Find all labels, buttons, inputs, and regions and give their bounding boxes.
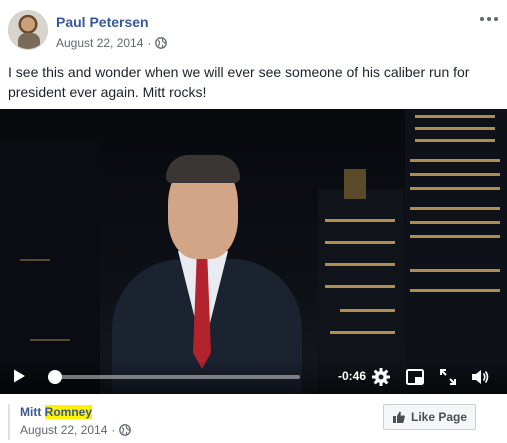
post-text: I see this and wonder when we will ever … bbox=[8, 64, 470, 100]
post-header: Paul Petersen August 22, 2014 · bbox=[8, 8, 499, 52]
building-spire bbox=[344, 169, 366, 199]
window-light bbox=[410, 173, 500, 176]
video-player[interactable]: -0:46 bbox=[0, 109, 507, 394]
window-light bbox=[325, 219, 395, 222]
more-options-icon[interactable] bbox=[479, 14, 499, 24]
page-name-highlight: Romney bbox=[44, 405, 92, 419]
window-light bbox=[410, 235, 500, 238]
building-left bbox=[0, 139, 100, 394]
globe-icon[interactable] bbox=[155, 37, 168, 49]
progress-track[interactable] bbox=[52, 375, 300, 379]
window-light bbox=[410, 159, 500, 162]
thumbs-up-icon bbox=[392, 411, 405, 423]
page-date[interactable]: August 22, 2014 bbox=[20, 423, 107, 437]
progress-knob[interactable] bbox=[48, 370, 62, 384]
globe-icon[interactable] bbox=[119, 424, 132, 436]
author-name[interactable]: Paul Petersen bbox=[56, 14, 149, 30]
window-light bbox=[340, 309, 395, 312]
window-light bbox=[330, 331, 395, 334]
gear-icon[interactable] bbox=[371, 367, 391, 387]
video-controls: -0:46 bbox=[0, 360, 507, 394]
window-light bbox=[410, 269, 500, 272]
meta-separator: · bbox=[147, 36, 152, 50]
window-light bbox=[415, 127, 495, 130]
volume-icon[interactable] bbox=[470, 367, 490, 387]
window-light bbox=[415, 139, 495, 142]
meta-separator: · bbox=[111, 423, 116, 437]
window-light bbox=[410, 187, 500, 190]
picture-in-picture-icon[interactable] bbox=[405, 367, 425, 387]
window-light bbox=[415, 115, 495, 118]
window-light bbox=[20, 259, 50, 261]
window-light bbox=[325, 285, 395, 288]
post-meta: August 22, 2014 · bbox=[56, 36, 168, 50]
avatar-figure bbox=[18, 33, 40, 49]
author-avatar[interactable] bbox=[8, 10, 48, 50]
post-date[interactable]: August 22, 2014 bbox=[56, 36, 143, 50]
window-light bbox=[30, 339, 70, 341]
window-light bbox=[325, 241, 395, 244]
page-meta: August 22, 2014 · bbox=[20, 423, 132, 437]
window-light bbox=[410, 221, 500, 224]
shared-page-footer: Mitt Romney August 22, 2014 · Like Page bbox=[0, 396, 507, 443]
window-light bbox=[325, 263, 395, 266]
page-name[interactable]: Mitt Romney bbox=[20, 405, 92, 419]
fullscreen-icon[interactable] bbox=[438, 367, 458, 387]
time-remaining: -0:46 bbox=[338, 369, 367, 383]
like-page-label: Like Page bbox=[410, 410, 468, 424]
like-page-button[interactable]: Like Page bbox=[383, 404, 476, 430]
page-name-prefix: Mitt bbox=[20, 405, 45, 419]
window-light bbox=[410, 289, 500, 292]
speaker-hair bbox=[166, 155, 240, 183]
window-light bbox=[410, 207, 500, 210]
footer-divider bbox=[8, 404, 10, 440]
building-right bbox=[405, 109, 507, 394]
play-icon[interactable] bbox=[11, 368, 27, 384]
